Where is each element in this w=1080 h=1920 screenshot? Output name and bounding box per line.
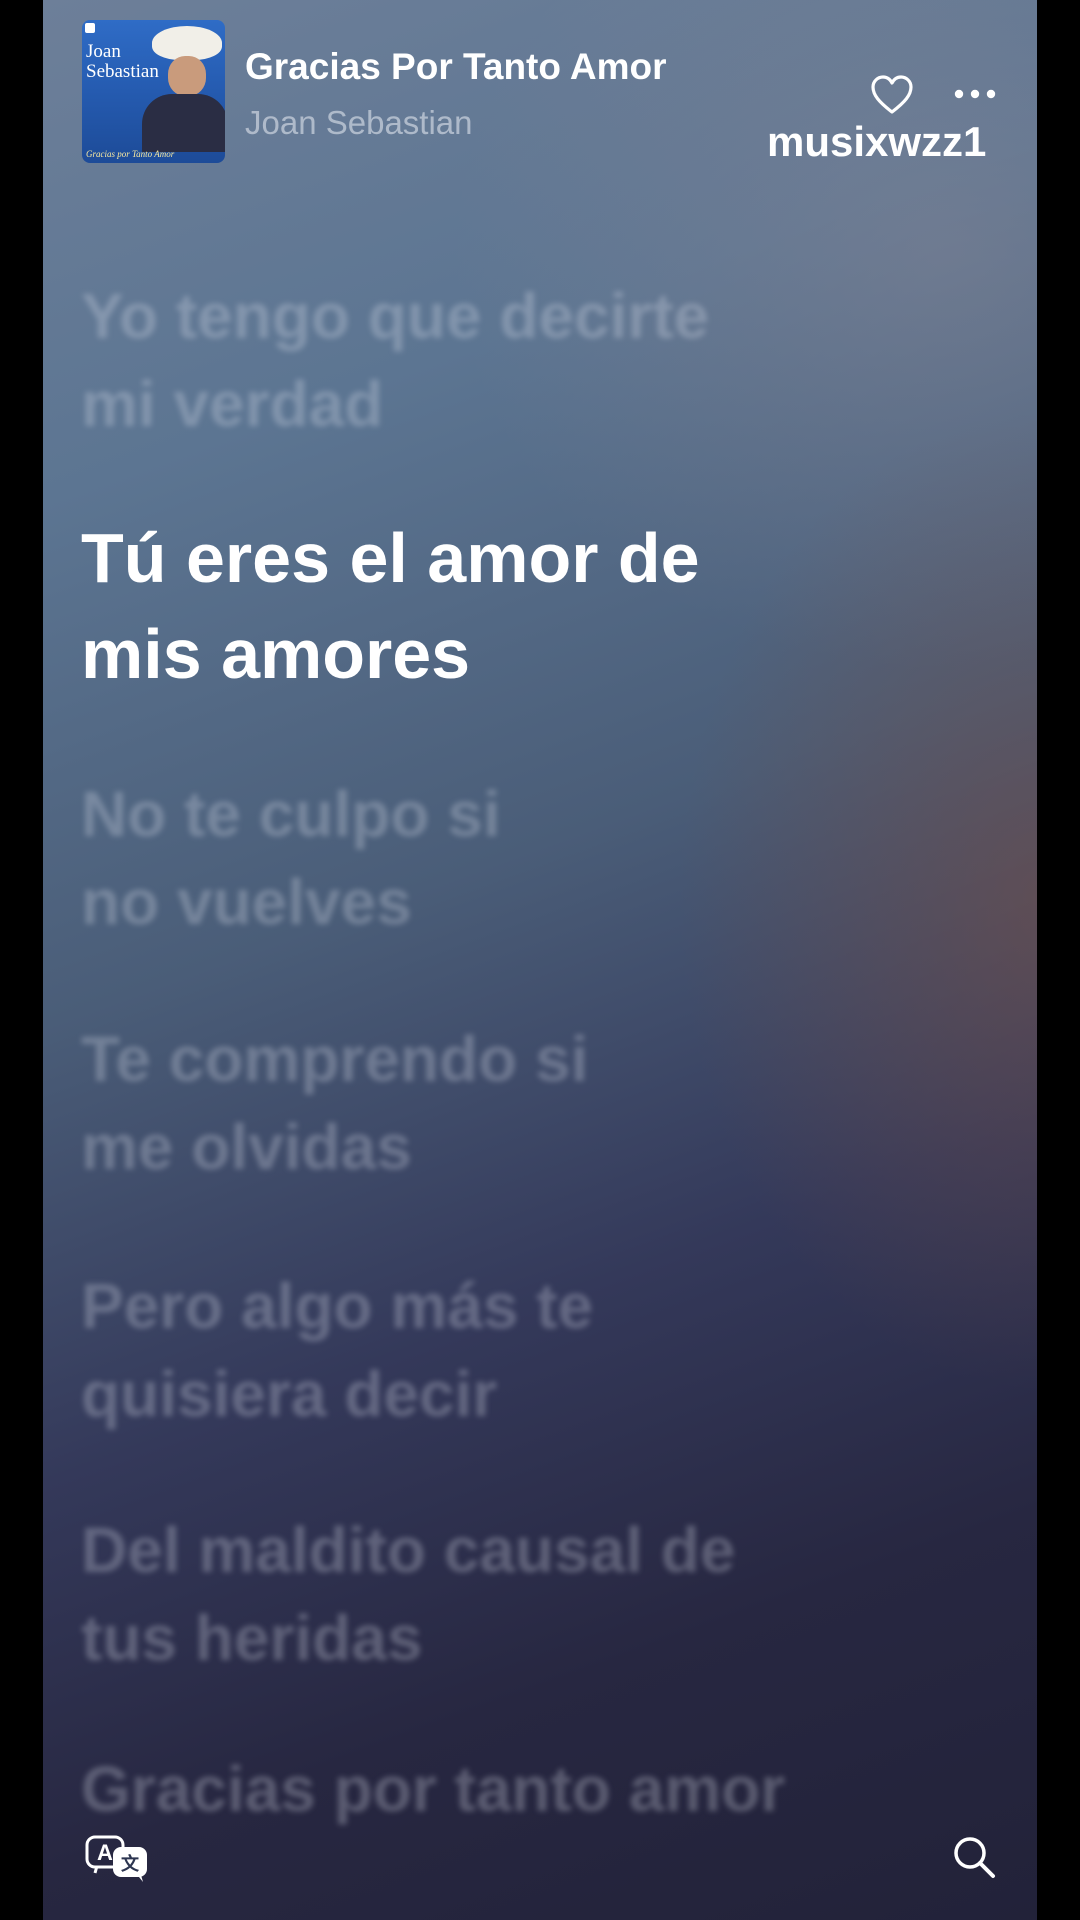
lyric-line[interactable]: Te comprendo si me olvidas	[81, 1015, 841, 1191]
right-letterbox	[1037, 0, 1080, 1920]
album-art-name: Joan Sebastian	[86, 41, 159, 82]
album-art-hat	[152, 26, 222, 60]
record-label-logo	[85, 23, 95, 33]
lyrics-screen: Joan Sebastian Gracias por Tanto Amor Gr…	[43, 0, 1037, 1920]
lyric-text: quisiera decir	[81, 1358, 498, 1430]
lyric-text: Del maldito causal de	[81, 1514, 736, 1586]
lyric-line[interactable]: No te culpo si no vuelves	[81, 770, 841, 946]
artist-name[interactable]: Joan Sebastian	[245, 104, 473, 142]
album-art-face	[168, 56, 206, 96]
svg-text:A: A	[97, 1840, 113, 1865]
lyric-text: no vuelves	[81, 866, 412, 938]
search-button[interactable]	[951, 1834, 997, 1880]
translate-button[interactable]: A 文	[83, 1833, 155, 1883]
song-title: Gracias Por Tanto Amor	[245, 46, 667, 87]
album-art-caption: Gracias por Tanto Amor	[86, 149, 175, 159]
search-icon	[954, 1837, 995, 1878]
left-letterbox	[0, 0, 43, 1920]
lyric-line[interactable]: Del maldito causal de tus heridas	[81, 1506, 841, 1682]
translate-icon: A 文	[85, 1835, 147, 1882]
ellipsis-icon	[954, 89, 996, 99]
lyric-text: No te culpo si	[81, 778, 501, 850]
album-artwork[interactable]: Joan Sebastian Gracias por Tanto Amor	[82, 20, 225, 163]
lyric-text: mis amores	[81, 615, 471, 693]
more-options-button[interactable]	[953, 82, 997, 106]
lyric-text: mi verdad	[81, 368, 384, 440]
lyric-text: Yo tengo que decirte	[81, 280, 710, 352]
heart-icon	[871, 75, 913, 114]
lyric-text: Pero algo más te	[81, 1270, 594, 1342]
lyric-text: me olvidas	[81, 1111, 412, 1183]
album-art-shirt	[142, 94, 225, 152]
svg-text:文: 文	[121, 1853, 140, 1875]
lyric-text: tus heridas	[81, 1602, 423, 1674]
lyric-text: Gracias por tanto amor	[81, 1753, 786, 1825]
favorite-button[interactable]	[869, 72, 915, 118]
lyric-line[interactable]: Pero algo más te quisiera decir	[81, 1262, 841, 1438]
lyric-line[interactable]: Yo tengo que decirte mi verdad	[81, 272, 841, 448]
lyric-text: Tú eres el amor de	[81, 519, 700, 597]
watermark-username: musixwzz1	[767, 118, 987, 165]
lyric-text: Te comprendo si	[81, 1023, 589, 1095]
lyric-line[interactable]: Gracias por tanto amor	[81, 1745, 841, 1833]
lyric-line-active[interactable]: Tú eres el amor de mis amores	[81, 510, 841, 702]
